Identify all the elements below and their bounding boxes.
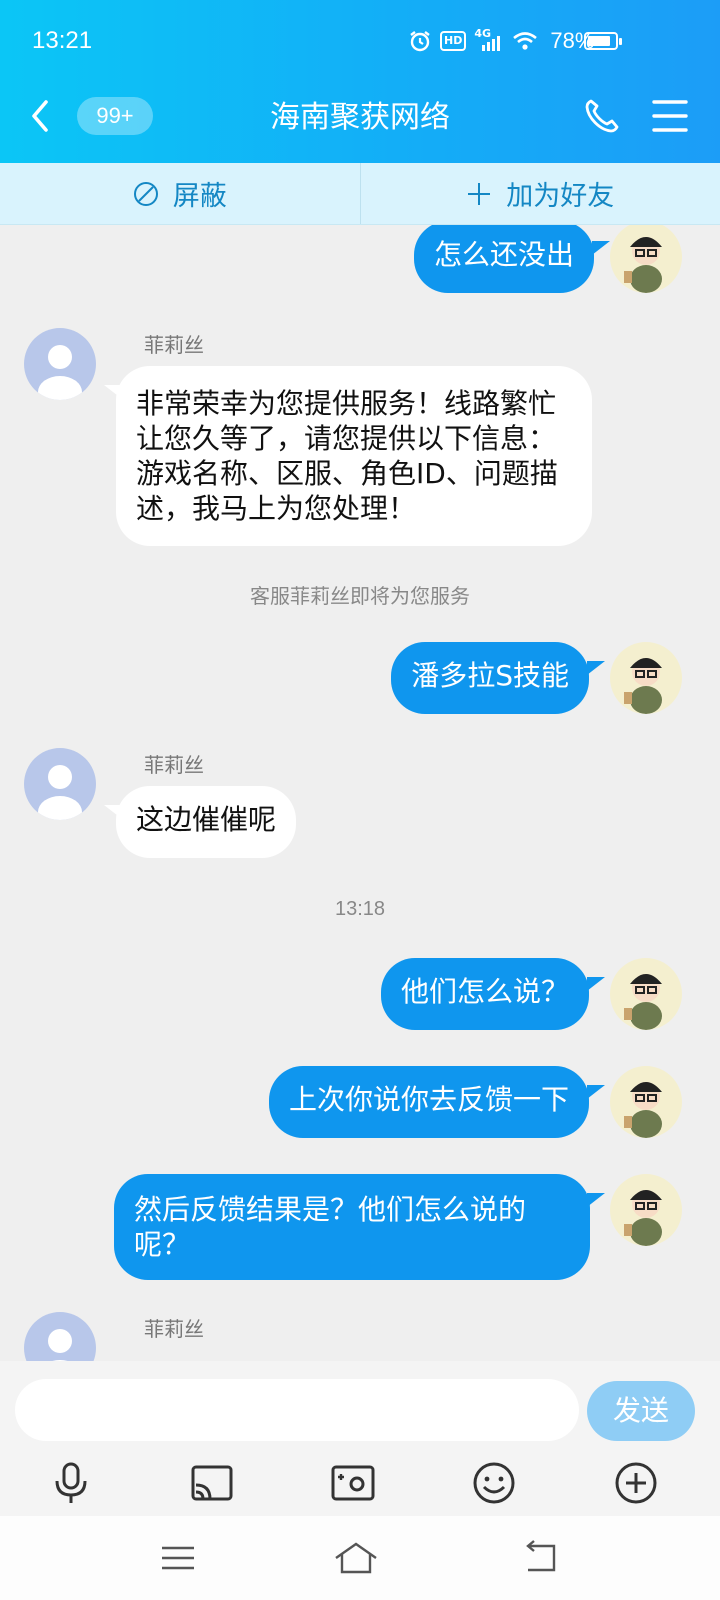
add-friend-button[interactable]: 加为好友: [361, 163, 720, 224]
message-bubble-outgoing[interactable]: 上次你说你去反馈一下: [268, 1066, 589, 1138]
battery-icon: [584, 32, 622, 50]
phone-icon[interactable]: [582, 96, 622, 136]
bubble-tail: [104, 805, 122, 819]
bubble-tail: [587, 1193, 605, 1207]
more-plus-icon[interactable]: [612, 1459, 660, 1507]
image-icon[interactable]: [329, 1459, 377, 1507]
chat-header: 13:21 HD 4G 78% 99+ 海南聚获网络: [0, 0, 720, 163]
status-icons: HD 4G 78%: [408, 28, 594, 54]
alarm-icon: [410, 31, 430, 52]
message-bubble-outgoing[interactable]: 然后反馈结果是？他们怎么说的呢？: [114, 1174, 590, 1280]
sender-name: 菲莉丝: [144, 333, 204, 357]
block-icon: [133, 181, 158, 206]
bubble-tail: [104, 385, 122, 399]
input-bar: 发送: [0, 1361, 720, 1516]
cast-screen-icon[interactable]: [188, 1459, 236, 1507]
stranger-action-bar: 屏蔽 加为好友: [0, 163, 720, 225]
agent-avatar[interactable]: [24, 328, 96, 400]
user-avatar[interactable]: [610, 1174, 682, 1246]
message-bubble-incoming[interactable]: 这边催催呢: [116, 786, 297, 858]
plus-icon: [468, 182, 491, 205]
signal-icon: 4G: [474, 28, 504, 53]
send-button[interactable]: 发送: [587, 1381, 695, 1441]
agent-avatar[interactable]: [24, 748, 96, 820]
wifi-icon: [513, 32, 538, 50]
timestamp: 13:18: [334, 898, 386, 920]
message-input[interactable]: [15, 1379, 579, 1441]
message-bubble-incoming[interactable]: 非常荣幸为您提供服务！线路繁忙让您久等了，请您提供以下信息：游戏名称、区服、角色…: [116, 366, 592, 546]
status-time: 13:21: [32, 27, 93, 54]
message-list[interactable]: 怎么还没出 菲莉丝 非常荣幸为您提供服务！线路繁忙让您久等了，请您提供以下信息：…: [0, 225, 720, 1361]
menu-icon[interactable]: [652, 99, 688, 133]
add-friend-label: 加为好友: [506, 181, 615, 212]
home-icon[interactable]: [332, 1540, 380, 1576]
system-notice: 客服菲莉丝即将为您服务: [250, 584, 470, 608]
emoji-icon[interactable]: [470, 1459, 518, 1507]
agent-avatar[interactable]: [24, 1312, 96, 1361]
back-nav-icon[interactable]: [520, 1540, 560, 1576]
bubble-tail: [587, 977, 605, 991]
bubble-tail: [587, 1085, 605, 1099]
recent-apps-icon[interactable]: [158, 1540, 198, 1576]
microphone-icon[interactable]: [47, 1459, 95, 1507]
user-avatar[interactable]: [610, 642, 682, 714]
system-navigation-bar: [0, 1516, 720, 1600]
user-avatar[interactable]: [610, 958, 682, 1030]
sender-name: 菲莉丝: [144, 1317, 204, 1341]
message-bubble-outgoing[interactable]: 潘多拉S技能: [391, 642, 589, 714]
user-avatar[interactable]: [610, 1066, 682, 1138]
hd-icon: HD: [440, 31, 467, 51]
block-button[interactable]: 屏蔽: [0, 163, 361, 224]
sender-name: 菲莉丝: [144, 753, 204, 777]
bubble-tail: [592, 241, 610, 255]
block-label: 屏蔽: [172, 181, 227, 212]
user-avatar[interactable]: [610, 225, 682, 293]
message-bubble-outgoing[interactable]: 他们怎么说？: [380, 958, 589, 1030]
bubble-tail: [587, 661, 605, 675]
message-bubble-outgoing[interactable]: 怎么还没出: [413, 225, 594, 293]
